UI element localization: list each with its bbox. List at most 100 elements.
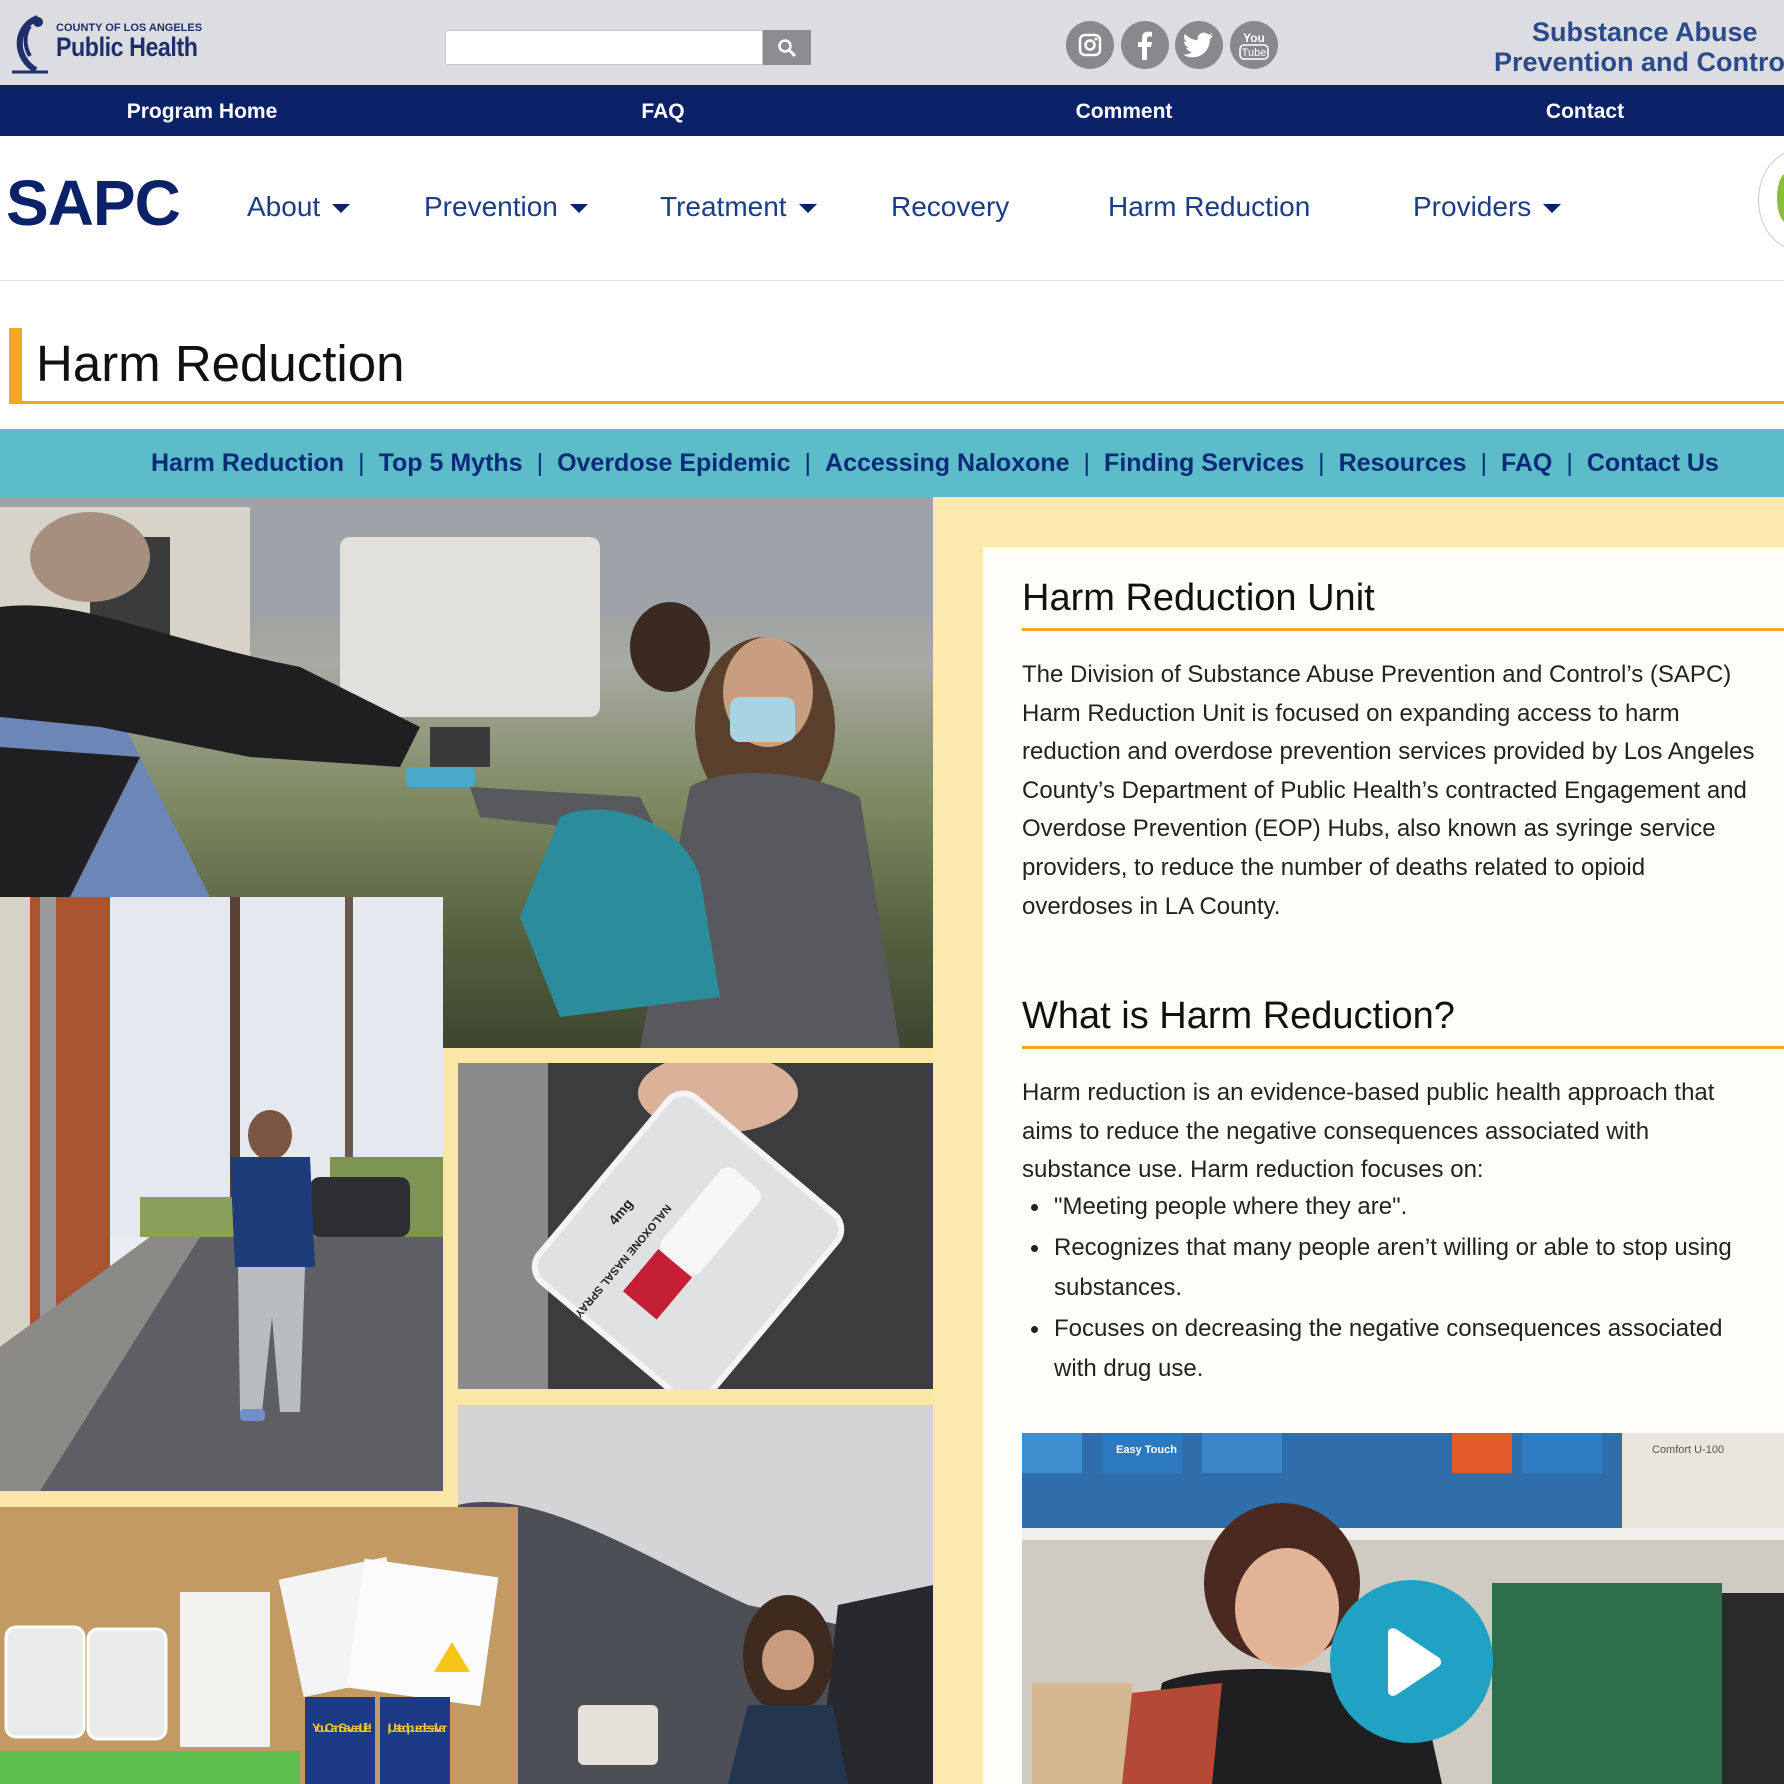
nav-treatment[interactable]: Treatment: [660, 191, 817, 223]
youtube-link[interactable]: You Tube: [1230, 21, 1278, 69]
shelf-label: Easy Touch: [1116, 1444, 1177, 1456]
list-item: "Meeting people where they are".: [1022, 1187, 1732, 1228]
subnav-harm-reduction[interactable]: Harm Reduction: [151, 449, 344, 478]
street-photo: [0, 897, 443, 1491]
subnav-separator: |: [1318, 448, 1325, 477]
paragraph-line: Harm Reduction Unit is focused on expand…: [1022, 699, 1680, 727]
nav-recovery-label: Recovery: [891, 191, 1010, 222]
subnav-overdose-epidemic[interactable]: Overdose Epidemic: [557, 449, 790, 478]
photo-collage: NALOXONE NASAL SPRAY 4mg You Can Save a …: [0, 497, 933, 1784]
nav-harm-reduction-label: Harm Reduction: [1108, 191, 1311, 222]
naloxone-photo: NALOXONE NASAL SPRAY 4mg: [458, 1063, 933, 1389]
subnav-resources[interactable]: Resources: [1339, 449, 1467, 478]
subnav-top-5-myths[interactable]: Top 5 Myths: [379, 449, 523, 478]
subnav-separator: |: [1480, 448, 1487, 477]
youtube-text-tube: Tube: [1242, 47, 1267, 59]
tent-photo: [458, 1405, 933, 1784]
instagram-icon: [1078, 33, 1102, 57]
nav-prevention-label: Prevention: [424, 191, 558, 222]
card-text-spanish: ¡Usted puede salvar: [387, 1721, 447, 1735]
nav-harm-reduction[interactable]: Harm Reduction: [1108, 191, 1310, 223]
card-text-english: You Can Save a Life!: [312, 1721, 372, 1735]
shelf-label-2: Comfort U-100: [1652, 1444, 1724, 1456]
search-icon: [778, 38, 797, 57]
bullet-line: with drug use.: [1054, 1355, 1204, 1382]
subnav-accessing-naloxone[interactable]: Accessing Naloxone: [825, 449, 1070, 478]
program-title-line-1: Substance Abuse: [1532, 17, 1758, 47]
twitter-link[interactable]: [1175, 21, 1223, 69]
paragraph-line: aims to reduce the negative consequences…: [1022, 1117, 1650, 1145]
bullet-line: Focuses on decreasing the negative conse…: [1054, 1314, 1723, 1342]
facebook-link[interactable]: [1121, 21, 1169, 69]
util-nav-faq[interactable]: FAQ: [641, 100, 684, 124]
subnav-separator: |: [1566, 448, 1573, 477]
paragraph-line: overdoses in LA County.: [1022, 892, 1281, 920]
section-heading-what-is-harm-reduction: What is Harm Reduction?: [1022, 995, 1455, 1037]
instagram-link[interactable]: [1066, 21, 1114, 69]
caret-down-icon: [332, 203, 351, 213]
tent-illustration: [458, 1405, 933, 1784]
supplies-illustration: You Can Save a Life! ¡Usted puede salvar: [0, 1507, 518, 1784]
nav-recovery[interactable]: Recovery: [891, 191, 1009, 223]
section-heading-harm-reduction-unit: Harm Reduction Unit: [1022, 577, 1375, 619]
leaf-icon: [1777, 173, 1784, 223]
section-subnav: Harm Reduction | Top 5 Myths | Overdose …: [0, 429, 1784, 497]
site-header: County of Los Angeles Public Health You …: [0, 0, 1784, 85]
bullet-line: Recognizes that many people aren’t willi…: [1054, 1233, 1732, 1261]
public-health-logo[interactable]: County of Los Angeles Public Health: [8, 12, 221, 76]
heading-underline: [1022, 628, 1784, 631]
paragraph-line: Overdose Prevention (EOP) Hubs, also kno…: [1022, 815, 1716, 843]
paragraph-line: providers, to reduce the number of death…: [1022, 853, 1646, 881]
harm-reduction-bullets: "Meeting people where they are". Recogni…: [1022, 1187, 1732, 1390]
util-nav-program-home[interactable]: Program Home: [127, 100, 278, 124]
facebook-icon: [1138, 31, 1152, 60]
twitter-icon: [1184, 32, 1213, 58]
search-input[interactable]: [445, 30, 763, 65]
caret-down-icon: [569, 203, 588, 213]
util-nav-comment[interactable]: Comment: [1076, 100, 1173, 124]
page-title-block: Harm Reduction: [9, 328, 1784, 404]
subnav-contact-us[interactable]: Contact Us: [1587, 449, 1719, 478]
harm-reduction-unit-paragraph: The Division of Substance Abuse Preventi…: [1022, 656, 1754, 926]
bullet-line: substances.: [1054, 1274, 1183, 1301]
subnav-finding-services[interactable]: Finding Services: [1104, 449, 1304, 478]
program-title[interactable]: Substance Abuse Prevention and Control: [1460, 17, 1784, 77]
subnav-separator: |: [1083, 448, 1091, 477]
supplies-photo: You Can Save a Life! ¡Usted puede salvar: [0, 1507, 518, 1784]
naloxone-illustration: NALOXONE NASAL SPRAY 4mg: [458, 1063, 933, 1389]
subnav-separator: |: [358, 448, 365, 477]
nav-treatment-label: Treatment: [660, 191, 787, 222]
paragraph-line: reduction and overdose prevention servic…: [1022, 738, 1755, 766]
caret-down-icon: [1543, 203, 1562, 213]
paragraph-line: County’s Department of Public Health’s c…: [1022, 776, 1747, 804]
paragraph-line: The Division of Substance Abuse Preventi…: [1022, 661, 1732, 688]
nav-prevention[interactable]: Prevention: [424, 191, 588, 223]
nav-providers-label: Providers: [1413, 191, 1532, 222]
list-item: Recognizes that many people aren’t willi…: [1022, 1228, 1732, 1309]
caret-down-icon: [798, 203, 817, 213]
paragraph-line: substance use. Harm reduction focuses on…: [1022, 1156, 1484, 1184]
subnav-faq[interactable]: FAQ: [1501, 449, 1552, 478]
page-title: Harm Reduction: [36, 335, 405, 392]
bullet-line: "Meeting people where they are".: [1054, 1193, 1408, 1220]
subnav-separator: |: [804, 448, 812, 477]
util-nav-contact[interactable]: Contact: [1546, 100, 1624, 124]
sapc-brand-link[interactable]: SAPC: [6, 166, 181, 240]
utility-nav: Program Home FAQ Comment Contact: [0, 85, 1784, 136]
program-title-line-2: Prevention and Control: [1494, 47, 1784, 77]
street-illustration: [0, 897, 443, 1491]
heading-underline: [1022, 1046, 1784, 1049]
nav-providers[interactable]: Providers: [1413, 191, 1562, 223]
list-item: Focuses on decreasing the negative conse…: [1022, 1309, 1732, 1390]
what-is-harm-reduction-paragraph: Harm reduction is an evidence-based publ…: [1022, 1074, 1714, 1190]
search-button[interactable]: [763, 30, 811, 65]
youtube-icon: You Tube: [1239, 31, 1269, 60]
logo-public-health-text: Public Health: [56, 32, 198, 62]
play-icon: [1387, 1627, 1441, 1696]
main-nav: SAPC About Prevention Treatment Recovery…: [0, 136, 1784, 281]
paragraph-line: Harm reduction is an evidence-based publ…: [1022, 1079, 1715, 1106]
play-button[interactable]: [1330, 1580, 1493, 1743]
youtube-text-you: You: [1243, 31, 1265, 45]
nav-about-label: About: [247, 191, 321, 222]
nav-about[interactable]: About: [247, 191, 351, 223]
